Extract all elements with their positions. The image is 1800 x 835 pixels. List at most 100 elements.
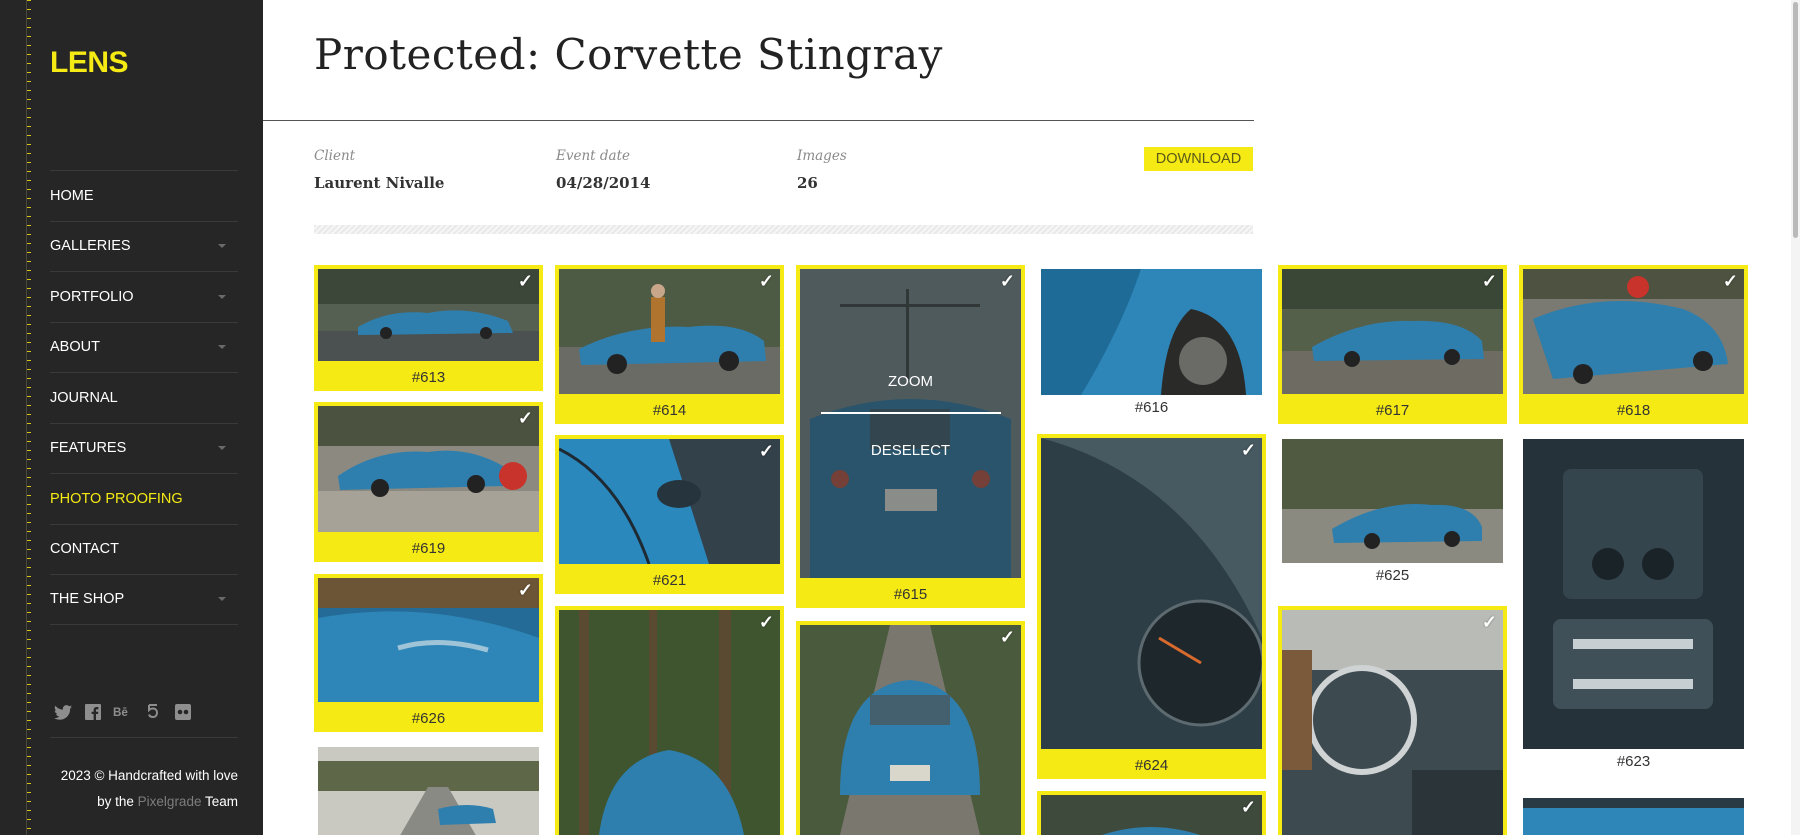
images-label: Images: [797, 148, 847, 164]
check-icon[interactable]: ✓: [518, 408, 533, 429]
behance-icon[interactable]: Bē: [113, 703, 133, 721]
nav-item-label: JOURNAL: [50, 389, 118, 406]
gallery-item[interactable]: [1519, 794, 1748, 835]
chevron-down-icon[interactable]: [218, 597, 226, 602]
check-icon[interactable]: ✓: [1241, 440, 1256, 461]
gallery-item[interactable]: ✓ #624: [1037, 434, 1266, 779]
gallery-item[interactable]: ✓: [1278, 606, 1507, 835]
page-scrollbar[interactable]: [1791, 0, 1800, 835]
gallery-item[interactable]: [314, 743, 543, 835]
photo-thumbnail: [800, 625, 1021, 835]
deselect-button[interactable]: DESELECT: [871, 442, 950, 459]
gallery-item[interactable]: ✓ #621: [555, 435, 784, 594]
photo-thumbnail: [318, 269, 539, 361]
nav-item-the-shop[interactable]: THE SHOP: [50, 574, 238, 625]
gallery-item[interactable]: ✓ #619: [314, 402, 543, 562]
download-button[interactable]: DOWNLOAD: [1144, 147, 1253, 171]
gallery-item[interactable]: ✓: [1037, 791, 1266, 835]
check-icon[interactable]: ✓: [1482, 271, 1497, 292]
check-icon[interactable]: ✓: [759, 612, 774, 633]
photo-thumbnail: [318, 406, 539, 532]
gallery-item[interactable]: ✓: [796, 621, 1025, 835]
page-title: Protected: Corvette Stingray: [314, 30, 943, 79]
chevron-down-icon[interactable]: [218, 446, 226, 451]
photo-caption: #624: [1134, 757, 1169, 774]
photo-caption: #616: [1134, 399, 1169, 416]
photo-caption: [314, 809, 543, 835]
nav-item-about[interactable]: ABOUT: [50, 321, 238, 373]
twitter-icon[interactable]: [53, 703, 73, 721]
nav-item-label: PORTFOLIO: [50, 288, 134, 305]
nav-item-journal[interactable]: JOURNAL: [50, 372, 238, 423]
nav-item-home[interactable]: HOME: [50, 170, 238, 221]
flickr-icon[interactable]: [173, 703, 193, 721]
sidebar: LENS HOME GALLERIES PORTFOLIO ABOUT JOUR…: [0, 0, 263, 835]
footer-brand-link[interactable]: Pixelgrade: [138, 794, 202, 809]
nav-item-label: THE SHOP: [50, 591, 125, 608]
photo-caption: [1037, 809, 1266, 835]
gallery-item[interactable]: ✓ #626: [314, 574, 543, 732]
nav-item-contact[interactable]: CONTACT: [50, 523, 238, 575]
gallery-item[interactable]: ✓ #617: [1278, 265, 1507, 424]
svg-text:Bē: Bē: [113, 706, 128, 719]
nav-item-portfolio[interactable]: PORTFOLIO: [50, 271, 238, 322]
zoom-button[interactable]: ZOOM: [888, 373, 933, 390]
meta-images: Images 26: [797, 148, 847, 192]
photo-caption: #623: [1616, 753, 1651, 770]
check-icon[interactable]: ✓: [759, 271, 774, 292]
nav-item-label: FEATURES: [50, 440, 127, 457]
client-label: Client: [314, 148, 356, 164]
photo-caption: #621: [652, 572, 687, 589]
gallery-item[interactable]: ZOOM DESELECT ✓ #615: [796, 265, 1025, 608]
photo-caption: #626: [411, 710, 446, 727]
check-icon[interactable]: ✓: [1482, 612, 1497, 633]
nav-item-features[interactable]: FEATURES: [50, 422, 238, 474]
nav-item-galleries[interactable]: GALLERIES: [50, 220, 238, 272]
sidebar-footer: 2023 © Handcrafted with love by the Pixe…: [61, 763, 238, 815]
event-date-label: Event date: [556, 148, 630, 164]
photo-caption: #619: [411, 540, 446, 557]
check-icon[interactable]: ✓: [1723, 271, 1738, 292]
gallery-item[interactable]: ✓ #614: [555, 265, 784, 424]
photo-caption: #618: [1616, 402, 1651, 419]
photo-caption: [796, 809, 1025, 835]
nav-item-photo-proofing[interactable]: PHOTO PROOFING: [50, 473, 238, 524]
social-links: Bē: [53, 703, 193, 721]
photo-thumbnail: [1523, 439, 1744, 749]
photo-thumbnail: [1041, 438, 1262, 749]
scrollbar-thumb[interactable]: [1793, 2, 1798, 238]
gallery-item[interactable]: #616: [1037, 265, 1266, 421]
chevron-down-icon[interactable]: [218, 294, 226, 299]
fivehundredpx-icon[interactable]: [143, 703, 163, 721]
hover-overlay: ZOOM DESELECT: [800, 269, 1021, 578]
site-logo[interactable]: LENS: [50, 46, 129, 80]
gallery-item[interactable]: ✓: [555, 606, 784, 835]
gallery-item[interactable]: ✓ #613: [314, 265, 543, 391]
photo-thumbnail: [1041, 269, 1262, 395]
gallery-item[interactable]: ✓ #618: [1519, 265, 1748, 424]
check-icon[interactable]: ✓: [1000, 271, 1015, 292]
chevron-down-icon[interactable]: [218, 345, 226, 350]
gallery-item[interactable]: #625: [1278, 435, 1507, 589]
event-date-value: 04/28/2014: [556, 174, 651, 192]
facebook-icon[interactable]: [83, 703, 103, 721]
photo-thumbnail: [559, 439, 780, 564]
photo-thumbnail: [1282, 269, 1503, 394]
photo-caption: #615: [893, 586, 928, 603]
gallery-item[interactable]: #623: [1519, 435, 1748, 775]
check-icon[interactable]: ✓: [518, 580, 533, 601]
photo-thumbnail: [559, 610, 780, 835]
photo-caption: [1519, 809, 1748, 835]
check-icon[interactable]: ✓: [518, 271, 533, 292]
photo-caption: #614: [652, 402, 687, 419]
photo-caption: #625: [1375, 567, 1410, 584]
nav-item-label: ABOUT: [50, 339, 100, 356]
chevron-down-icon[interactable]: [218, 244, 226, 249]
photo-caption: #617: [1375, 402, 1410, 419]
check-icon[interactable]: ✓: [759, 441, 774, 462]
footer-team: Team: [204, 794, 238, 809]
check-icon[interactable]: ✓: [1000, 627, 1015, 648]
photo-thumbnail: ZOOM DESELECT: [800, 269, 1021, 578]
nav-item-label: HOME: [50, 187, 94, 204]
meta-event-date: Event date 04/28/2014: [556, 148, 650, 192]
